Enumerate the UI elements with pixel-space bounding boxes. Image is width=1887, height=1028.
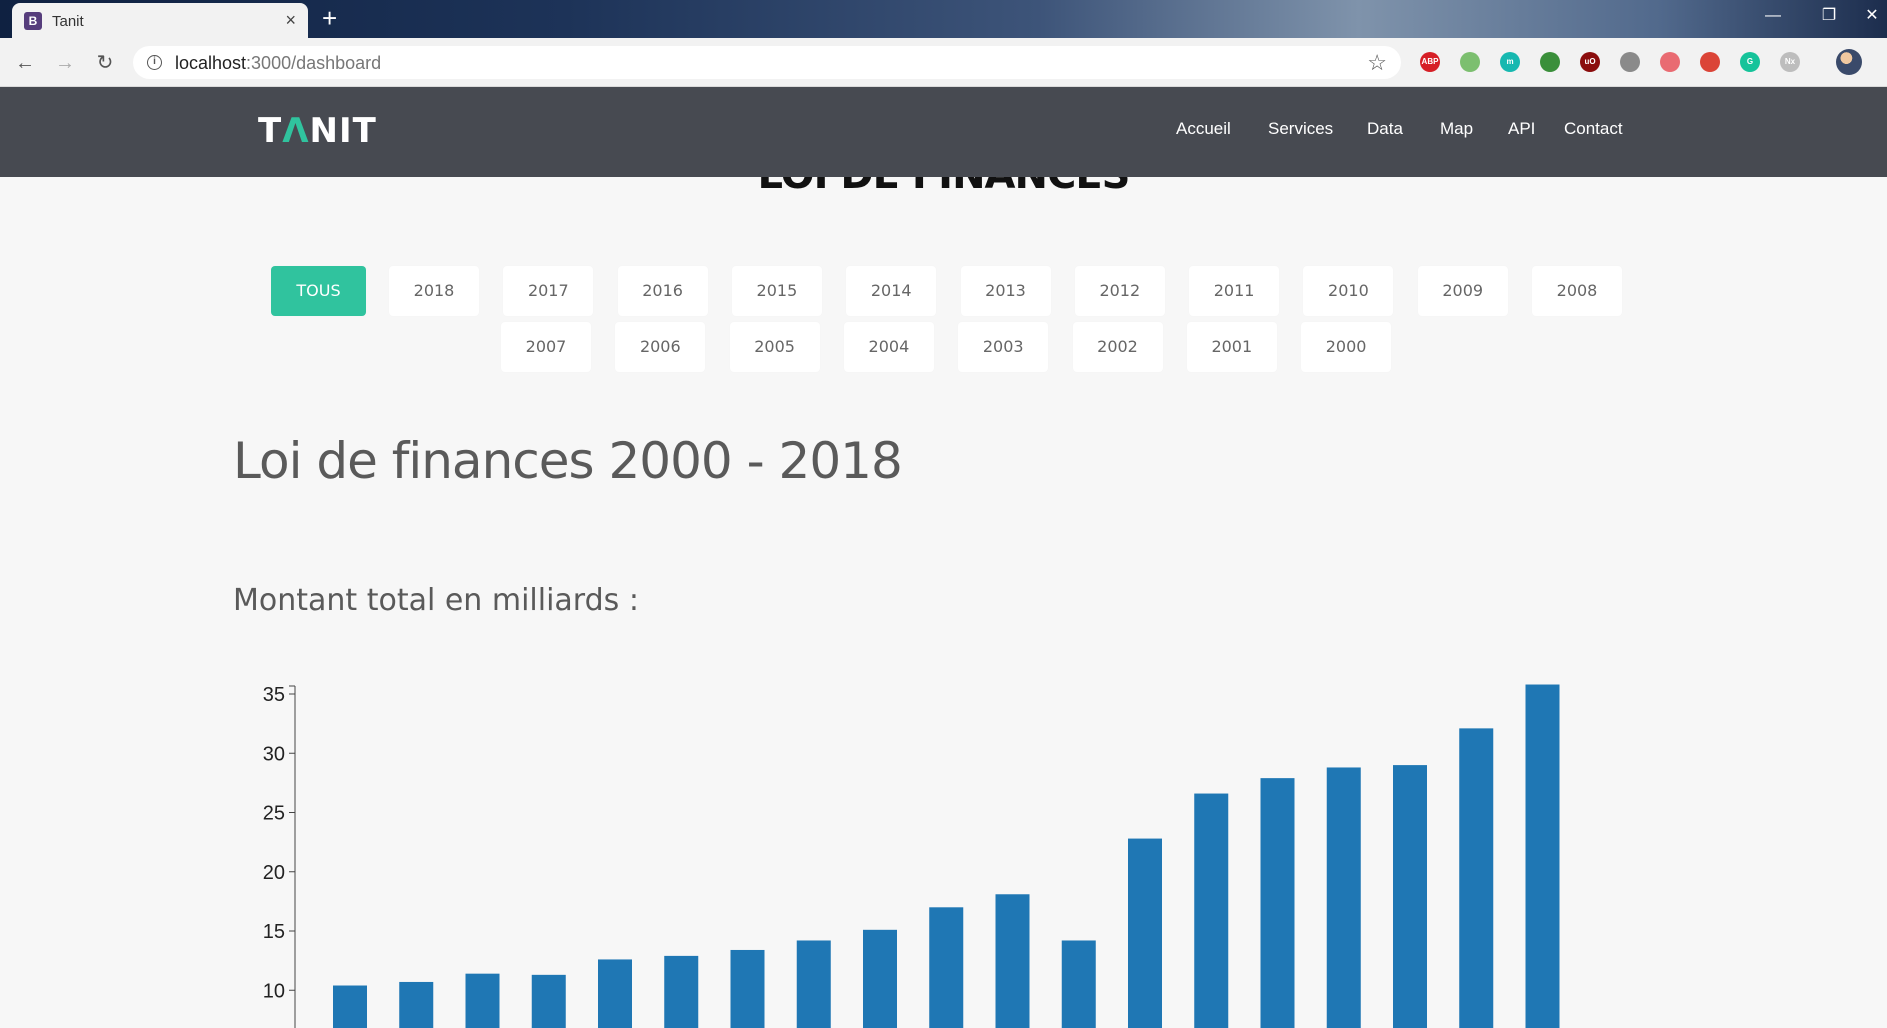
nav-data[interactable]: Data — [1367, 119, 1403, 139]
bar-2016 — [1393, 765, 1427, 1028]
tab-close-icon[interactable]: × — [285, 10, 296, 31]
filter-button-2014[interactable]: 2014 — [846, 266, 937, 316]
filter-button-2011[interactable]: 2011 — [1189, 266, 1280, 316]
ublock-extension-icon[interactable]: uO — [1580, 52, 1600, 72]
shield-extension-icon[interactable] — [1660, 52, 1680, 72]
mail-extension-icon[interactable] — [1460, 52, 1480, 72]
abp-extension-icon[interactable]: ABP — [1420, 52, 1440, 72]
section-title: Loi de finances 2000 - 2018 — [233, 432, 903, 490]
nav-contact[interactable]: Contact — [1564, 119, 1623, 139]
bar-2010 — [995, 894, 1030, 1028]
browser-tab[interactable]: B Tanit × — [12, 3, 308, 38]
filter-button-2016[interactable]: 2016 — [617, 266, 708, 316]
restore-window-icon[interactable]: ❐ — [1801, 0, 1857, 32]
filter-button-2001[interactable]: 2001 — [1186, 322, 1277, 372]
filter-button-2017[interactable]: 2017 — [503, 266, 594, 316]
filter-button-2007[interactable]: 2007 — [501, 322, 591, 372]
filter-button-2018[interactable]: 2018 — [389, 266, 479, 316]
eye-extension-icon[interactable] — [1620, 52, 1640, 72]
browser-titlebar: B Tanit × + — ❐ ✕ — [0, 0, 1887, 38]
logo-accent: Λ — [282, 111, 310, 151]
nav-services[interactable]: Services — [1268, 119, 1333, 139]
bar-2015 — [1326, 767, 1361, 1028]
close-window-icon[interactable]: ✕ — [1857, 0, 1887, 32]
site-info-icon[interactable]: i — [147, 55, 162, 70]
bar-2013 — [1194, 793, 1229, 1028]
m-extension-icon[interactable]: m — [1500, 52, 1520, 72]
y-tick-label-20: 20 — [263, 862, 285, 884]
chrome-extension-icon[interactable] — [1700, 52, 1720, 72]
bar-2012 — [1128, 838, 1162, 1028]
y-tick-label-10: 10 — [263, 980, 285, 1002]
url-text[interactable]: localhost:3000/dashboard — [175, 53, 381, 74]
filter-button-2004[interactable]: 2004 — [843, 322, 934, 372]
profile-avatar[interactable] — [1836, 49, 1862, 75]
bar-2014 — [1260, 778, 1295, 1028]
bar-2017 — [1459, 728, 1494, 1028]
bar-2011 — [1061, 940, 1096, 1028]
bar-2004 — [598, 959, 632, 1028]
url-host: localhost — [175, 53, 247, 73]
y-tick-label-30: 30 — [263, 743, 285, 765]
back-arrow-icon[interactable]: ← — [12, 50, 38, 76]
y-tick-label-35: 35 — [263, 684, 285, 706]
filter-button-2009[interactable]: 2009 — [1417, 266, 1508, 316]
bar-2003 — [531, 974, 566, 1028]
bar-2009 — [929, 907, 964, 1028]
nx-extension-icon[interactable]: Nx — [1780, 52, 1800, 72]
y-tick-label-25: 25 — [263, 803, 285, 825]
logo-part: T — [258, 111, 283, 151]
new-tab-button[interactable]: + — [322, 3, 337, 34]
filter-button-2000[interactable]: 2000 — [1301, 322, 1392, 372]
filter-button-2003[interactable]: 2003 — [958, 322, 1049, 372]
globe-extension-icon[interactable] — [1540, 52, 1560, 72]
bookmark-star-icon[interactable]: ☆ — [1367, 50, 1387, 76]
filter-button-2005[interactable]: 2005 — [729, 322, 820, 372]
filter-button-2002[interactable]: 2002 — [1072, 322, 1163, 372]
bar-2001 — [399, 981, 434, 1028]
url-path: :3000/dashboard — [246, 53, 382, 73]
nav-api[interactable]: API — [1508, 119, 1535, 139]
bar-2005 — [664, 955, 699, 1028]
reload-icon[interactable]: ↻ — [92, 50, 118, 76]
bar-2000 — [333, 985, 367, 1028]
bootstrap-favicon-icon: B — [24, 12, 42, 30]
finance-bar-chart: 10 15 20 25 30 35 — [263, 684, 1560, 1028]
address-bar[interactable]: i localhost:3000/dashboard ☆ — [133, 46, 1401, 79]
filter-button-2006[interactable]: 2006 — [615, 322, 706, 372]
nav-map[interactable]: Map — [1440, 119, 1473, 139]
filter-button-2008[interactable]: 2008 — [1532, 266, 1622, 316]
bar-2018 — [1525, 684, 1560, 1028]
bar-2008 — [863, 929, 897, 1028]
forward-arrow-icon[interactable]: → — [52, 50, 78, 76]
filter-button-2015[interactable]: 2015 — [731, 266, 822, 316]
bar-2007 — [796, 940, 831, 1028]
chart-subtitle: Montant total en milliards : — [233, 583, 639, 618]
logo-part: NIT — [309, 111, 377, 151]
minimize-window-icon[interactable]: — — [1745, 0, 1801, 32]
browser-toolbar: ← → ↻ i localhost:3000/dashboard ☆ ABP m u… — [0, 38, 1887, 87]
grammarly-extension-icon[interactable]: G — [1740, 52, 1760, 72]
tanit-logo[interactable]: TΛNIT — [258, 111, 377, 151]
y-tick-label-15: 15 — [263, 921, 285, 943]
filter-button-tous[interactable]: TOUS — [271, 266, 366, 316]
filter-button-2012[interactable]: 2012 — [1074, 266, 1165, 316]
bar-2006 — [730, 949, 765, 1028]
bar-2002 — [465, 973, 500, 1028]
tab-title: Tanit — [52, 13, 84, 30]
filter-button-2013[interactable]: 2013 — [960, 266, 1051, 316]
nav-accueil[interactable]: Accueil — [1176, 119, 1231, 139]
filter-button-2010[interactable]: 2010 — [1303, 266, 1394, 316]
site-navbar: TΛNIT Accueil Services Data Map API Cont… — [0, 87, 1887, 177]
